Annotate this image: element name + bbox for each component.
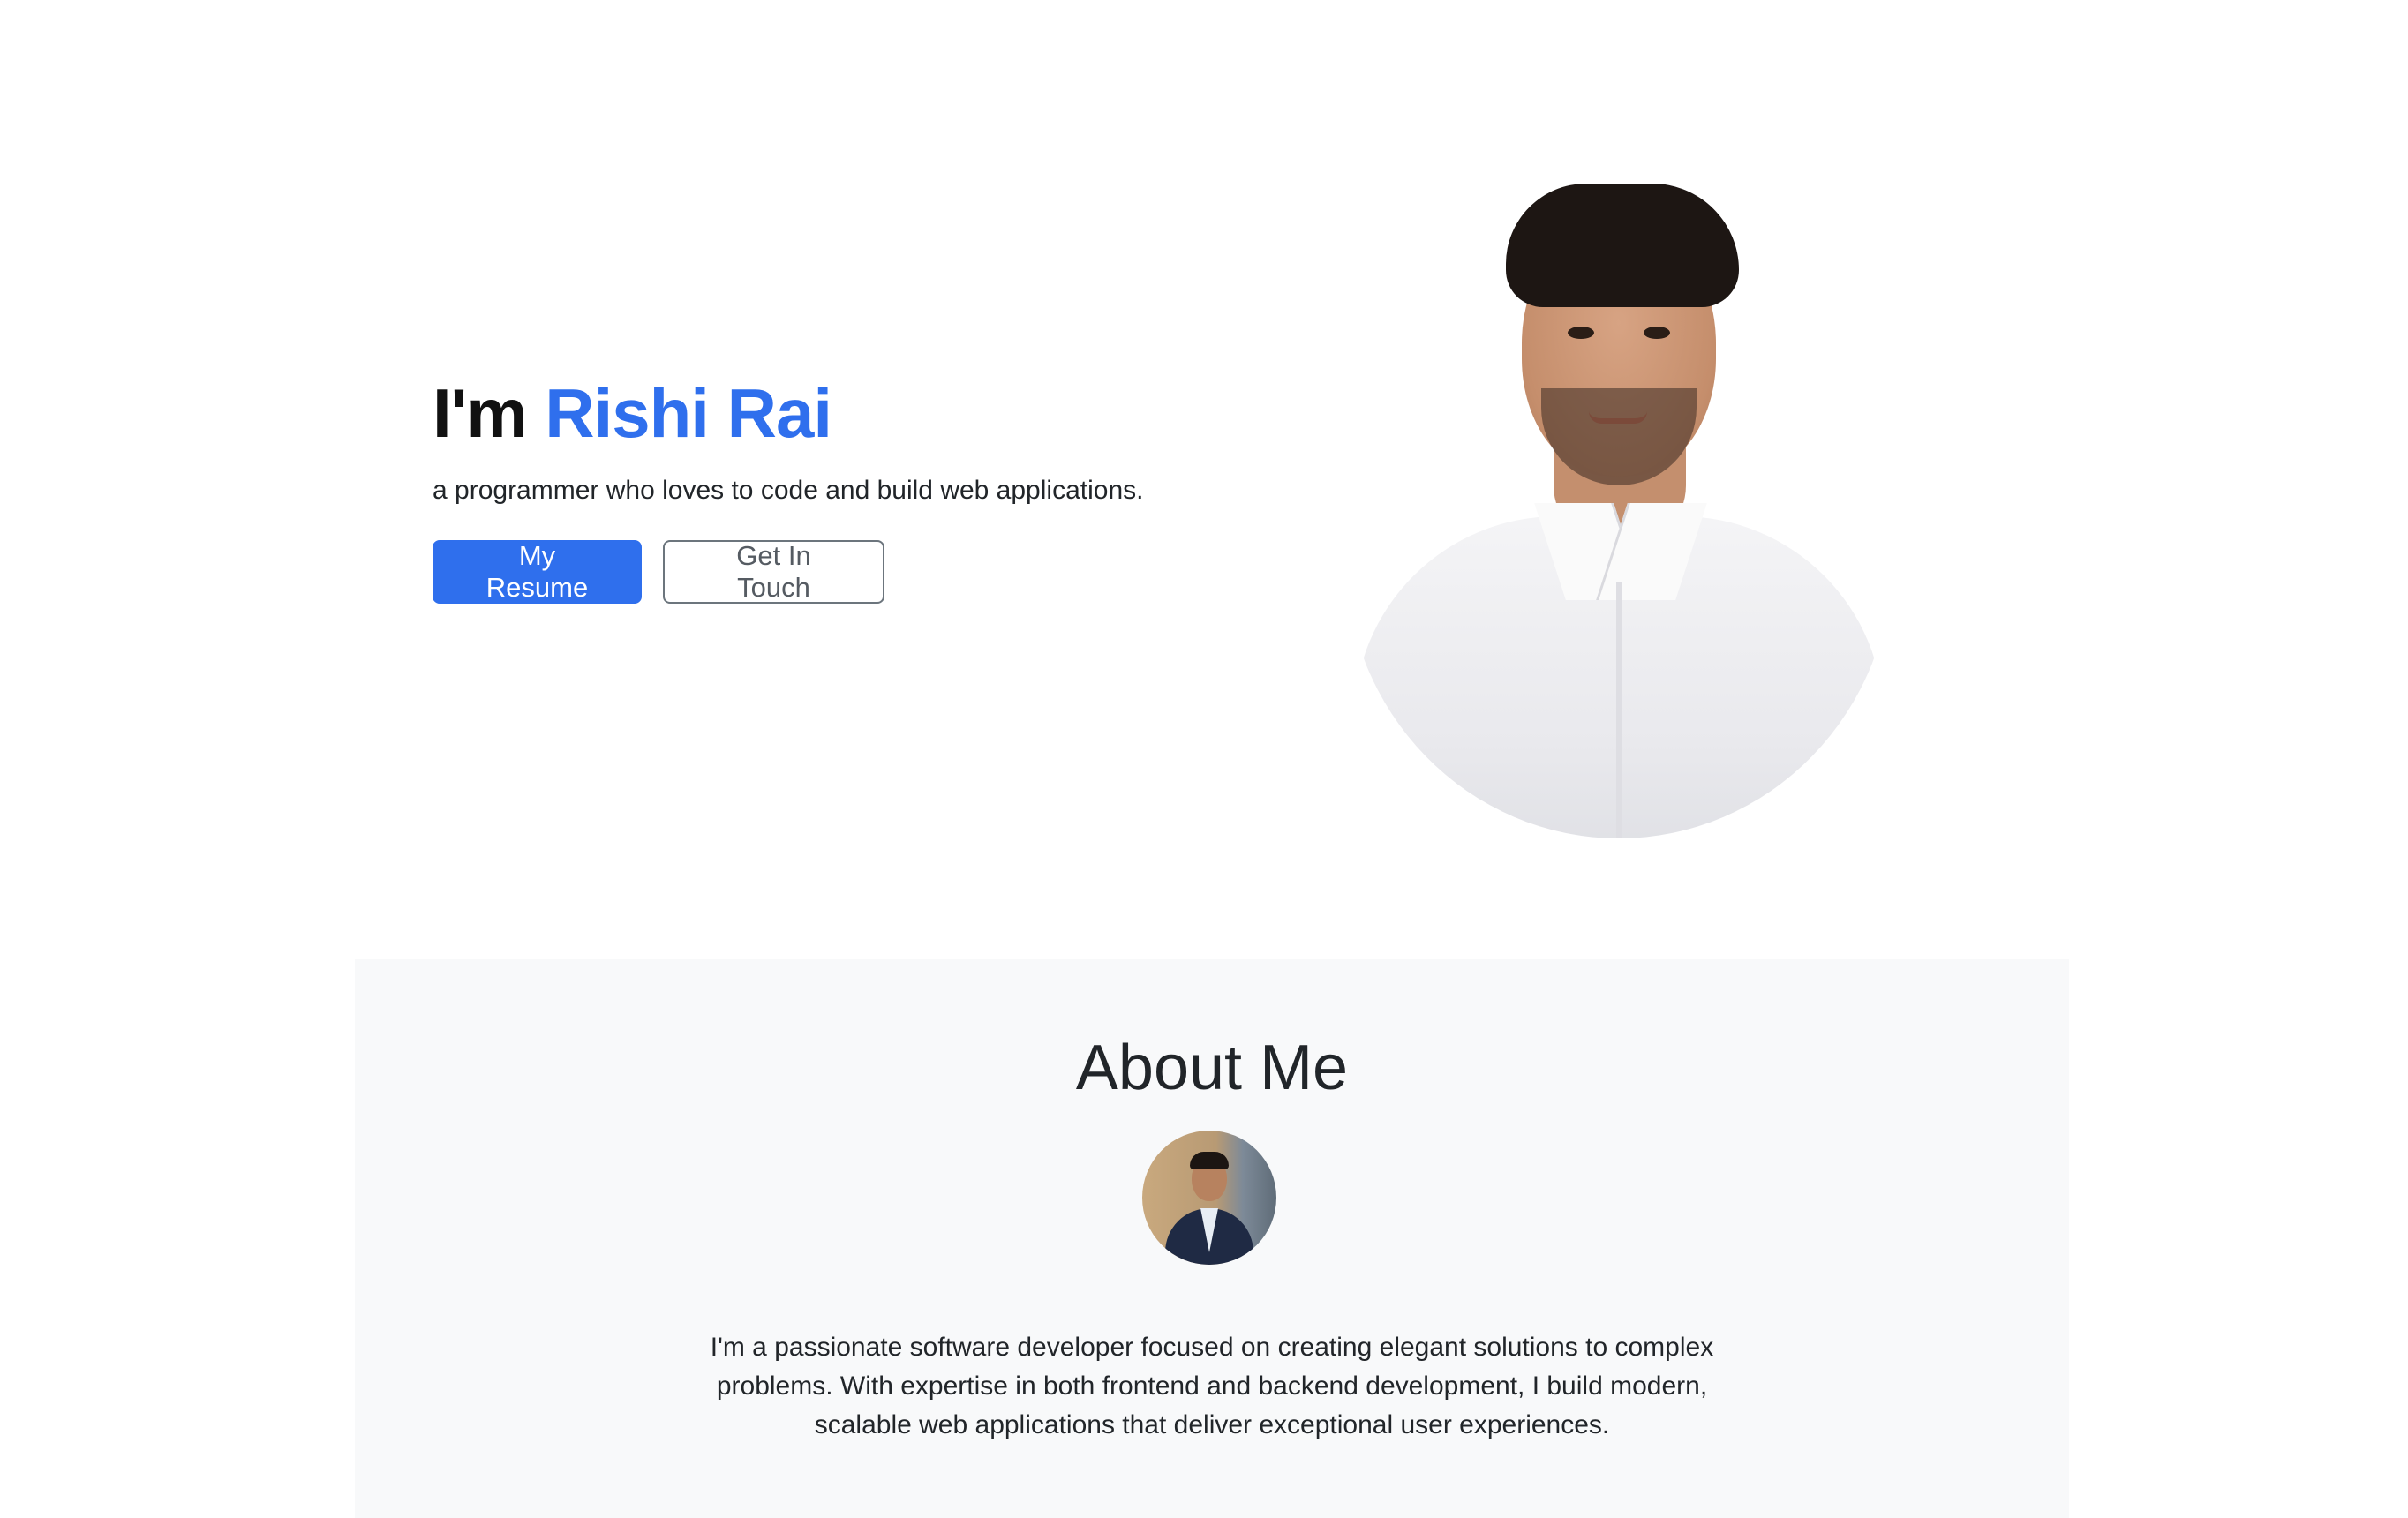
- about-title: About Me: [1075, 1033, 1349, 1103]
- hero-subtitle: a programmer who loves to code and build…: [433, 476, 1144, 505]
- portrait-eye-right: [1644, 327, 1670, 339]
- portrait-eye-left: [1568, 327, 1594, 339]
- about-description: I'm a passionate software developer focu…: [710, 1333, 1714, 1439]
- hero-section: I'm Rishi Rai a programmer who loves to …: [0, 0, 2408, 959]
- hero-heading: I'm Rishi Rai: [433, 371, 1227, 455]
- avatar-hair: [1190, 1152, 1229, 1169]
- portrait-shirt-placket: [1616, 582, 1622, 838]
- hero-button-group: My Resume Get In Touch: [433, 540, 1227, 604]
- hero-greeting: I'm: [433, 374, 528, 452]
- hero-text-block: I'm Rishi Rai a programmer who loves to …: [433, 371, 1227, 604]
- about-section: About Me I'm a passionate software devel…: [355, 959, 2069, 1518]
- portrait-mouth: [1589, 411, 1647, 424]
- my-resume-button[interactable]: My Resume: [433, 540, 642, 604]
- about-avatar: [1142, 1131, 1276, 1265]
- portrait-hair: [1506, 184, 1739, 307]
- hero-name: Rishi Rai: [545, 374, 832, 452]
- get-in-touch-button[interactable]: Get In Touch: [663, 540, 884, 604]
- hero-portrait-image: [1345, 168, 1893, 838]
